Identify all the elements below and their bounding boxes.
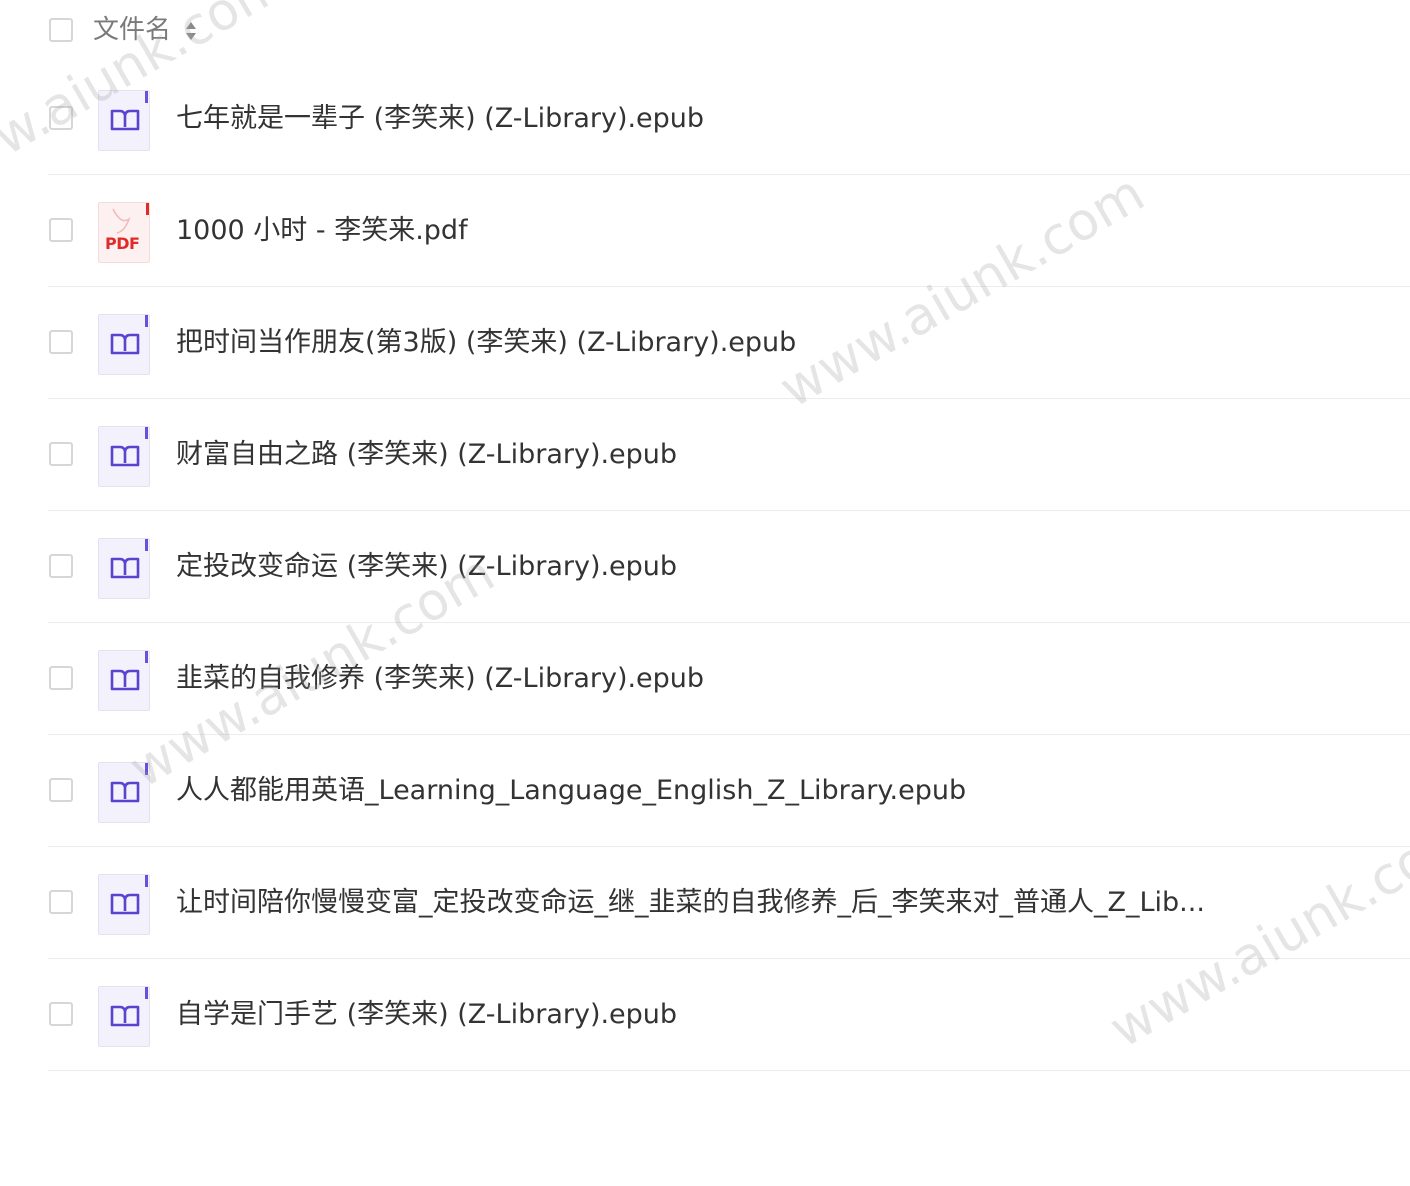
row-checkbox[interactable]: [49, 666, 73, 690]
file-name[interactable]: 韭菜的自我修养 (李笑来) (Z-Library).epub: [176, 661, 704, 697]
epub-book-icon: [98, 90, 150, 151]
file-name[interactable]: 定投改变命运 (李笑来) (Z-Library).epub: [176, 549, 677, 585]
file-name[interactable]: 让时间陪你慢慢变富_定投改变命运_继_韭菜的自我修养_后_李笑来对_普通人_Z_…: [176, 885, 1205, 921]
epub-book-icon: [98, 762, 150, 823]
row-checkbox[interactable]: [49, 890, 73, 914]
select-all-checkbox[interactable]: [49, 18, 73, 42]
epub-book-icon: [98, 986, 150, 1047]
file-row[interactable]: PDF 1000 小时 - 李笑来.pdf: [48, 175, 1410, 287]
file-row[interactable]: 人人都能用英语_Learning_Language_English_Z_Libr…: [48, 735, 1410, 847]
file-name[interactable]: 七年就是一辈子 (李笑来) (Z-Library).epub: [176, 101, 704, 137]
pdf-file-icon: PDF: [98, 202, 150, 263]
file-name[interactable]: 人人都能用英语_Learning_Language_English_Z_Libr…: [176, 773, 966, 809]
file-name[interactable]: 财富自由之路 (李笑来) (Z-Library).epub: [176, 437, 677, 473]
filename-column-header[interactable]: 文件名: [93, 12, 171, 48]
row-checkbox[interactable]: [49, 218, 73, 242]
file-name[interactable]: 自学是门手艺 (李笑来) (Z-Library).epub: [176, 997, 677, 1033]
file-row[interactable]: 定投改变命运 (李笑来) (Z-Library).epub: [48, 511, 1410, 623]
row-checkbox[interactable]: [49, 554, 73, 578]
epub-book-icon: [98, 874, 150, 935]
file-name[interactable]: 1000 小时 - 李笑来.pdf: [176, 213, 468, 249]
row-checkbox[interactable]: [49, 106, 73, 130]
file-row[interactable]: 自学是门手艺 (李笑来) (Z-Library).epub: [48, 959, 1410, 1071]
row-checkbox[interactable]: [49, 442, 73, 466]
file-list: 七年就是一辈子 (李笑来) (Z-Library).epub PDF 1000 小时…: [0, 63, 1410, 1071]
pdf-badge-text: PDF: [105, 234, 140, 253]
file-row[interactable]: 韭菜的自我修养 (李笑来) (Z-Library).epub: [48, 623, 1410, 735]
row-checkbox[interactable]: [49, 1002, 73, 1026]
file-row[interactable]: 把时间当作朋友(第3版) (李笑来) (Z-Library).epub: [48, 287, 1410, 399]
file-row[interactable]: 让时间陪你慢慢变富_定投改变命运_继_韭菜的自我修养_后_李笑来对_普通人_Z_…: [48, 847, 1410, 959]
file-row[interactable]: 财富自由之路 (李笑来) (Z-Library).epub: [48, 399, 1410, 511]
epub-book-icon: [98, 538, 150, 599]
sort-icon[interactable]: [184, 19, 198, 43]
row-checkbox[interactable]: [49, 330, 73, 354]
epub-book-icon: [98, 650, 150, 711]
list-header: 文件名: [0, 0, 1410, 62]
file-name[interactable]: 把时间当作朋友(第3版) (李笑来) (Z-Library).epub: [176, 325, 796, 361]
file-row[interactable]: 七年就是一辈子 (李笑来) (Z-Library).epub: [48, 63, 1410, 175]
epub-book-icon: [98, 314, 150, 375]
row-checkbox[interactable]: [49, 778, 73, 802]
epub-book-icon: [98, 426, 150, 487]
